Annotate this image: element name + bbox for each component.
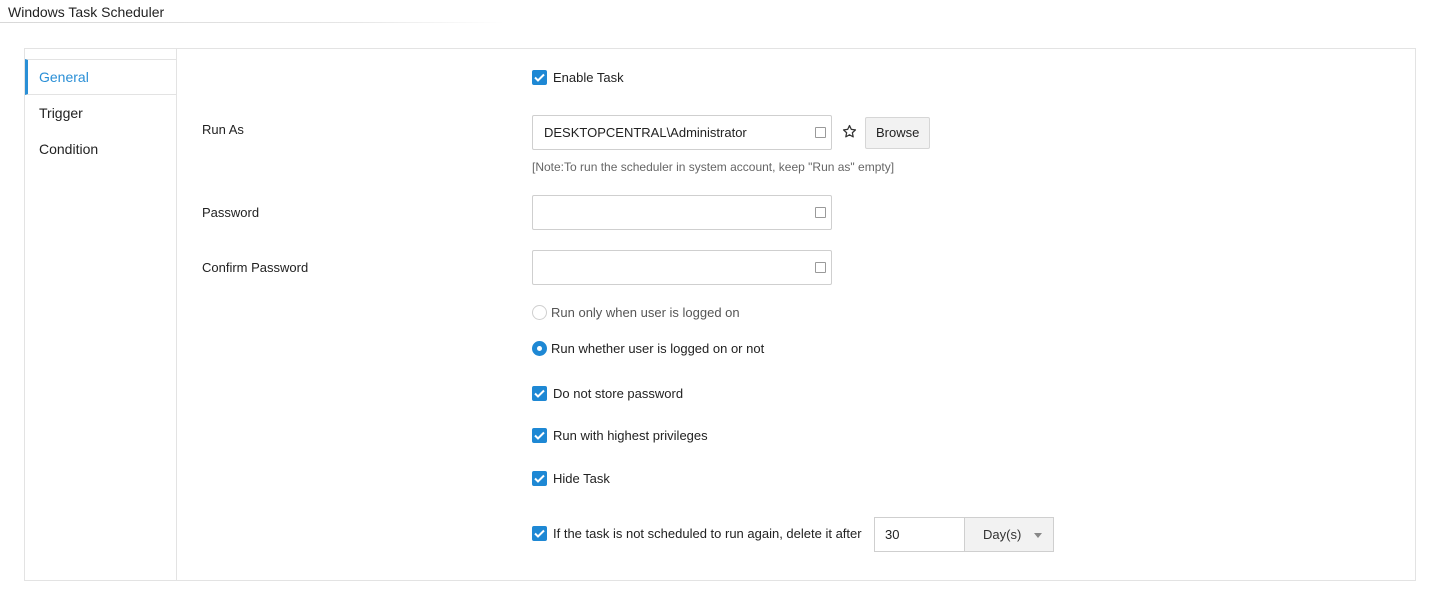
clear-field-icon[interactable] <box>815 127 826 138</box>
hide-task-row: Hide Task <box>532 471 610 486</box>
enable-task-checkbox[interactable] <box>532 70 547 85</box>
sidebar-item-condition[interactable]: Condition <box>25 131 177 167</box>
hide-task-label: Hide Task <box>553 471 610 486</box>
delete-after-row: If the task is not scheduled to run agai… <box>532 526 862 541</box>
radio-run-whether[interactable] <box>532 341 547 356</box>
sidebar-item-trigger[interactable]: Trigger <box>25 95 177 131</box>
run-as-input[interactable]: DESKTOPCENTRAL\Administrator <box>532 115 832 150</box>
highest-privileges-label: Run with highest privileges <box>553 428 708 443</box>
enable-task-label: Enable Task <box>553 70 624 85</box>
confirm-password-label: Confirm Password <box>202 260 309 275</box>
enable-task-row: Enable Task <box>532 70 624 85</box>
radio-run-logged-on-row: Run only when user is logged on <box>532 305 740 320</box>
delete-after-checkbox[interactable] <box>532 526 547 541</box>
hide-task-checkbox[interactable] <box>532 471 547 486</box>
delete-after-unit-value: Day(s) <box>983 527 1022 542</box>
radio-run-whether-label: Run whether user is logged on or not <box>551 341 765 356</box>
chevron-down-icon <box>1034 533 1042 538</box>
do-not-store-label: Do not store password <box>553 386 684 401</box>
password-key-icon[interactable] <box>815 207 826 218</box>
radio-run-logged-on[interactable] <box>532 305 547 320</box>
delete-after-label: If the task is not scheduled to run agai… <box>553 526 862 541</box>
check-icon <box>534 474 545 483</box>
star-icon[interactable] <box>842 124 857 142</box>
section-title: Windows Task Scheduler <box>8 4 165 20</box>
radio-run-whether-row: Run whether user is logged on or not <box>532 341 764 356</box>
run-as-note: [Note:To run the scheduler in system acc… <box>532 160 895 174</box>
check-icon <box>534 529 545 538</box>
sidebar: General Trigger Condition <box>25 49 177 580</box>
confirm-password-input[interactable] <box>532 250 832 285</box>
delete-after-days-input[interactable]: 30 <box>874 517 966 552</box>
sidebar-item-general[interactable]: General <box>25 59 177 95</box>
browse-button[interactable]: Browse <box>865 117 931 149</box>
check-icon <box>534 73 545 82</box>
highest-privileges-checkbox[interactable] <box>532 428 547 443</box>
title-underline <box>0 22 505 23</box>
check-icon <box>534 431 545 440</box>
check-icon <box>534 389 545 398</box>
do-not-store-row: Do not store password <box>532 386 683 401</box>
run-as-label: Run As <box>202 122 244 137</box>
password-label: Password <box>202 205 260 220</box>
password-input[interactable] <box>532 195 832 230</box>
do-not-store-checkbox[interactable] <box>532 386 547 401</box>
highest-privileges-row: Run with highest privileges <box>532 428 708 443</box>
radio-run-logged-on-label: Run only when user is logged on <box>551 305 740 320</box>
confirm-password-key-icon[interactable] <box>815 262 826 273</box>
